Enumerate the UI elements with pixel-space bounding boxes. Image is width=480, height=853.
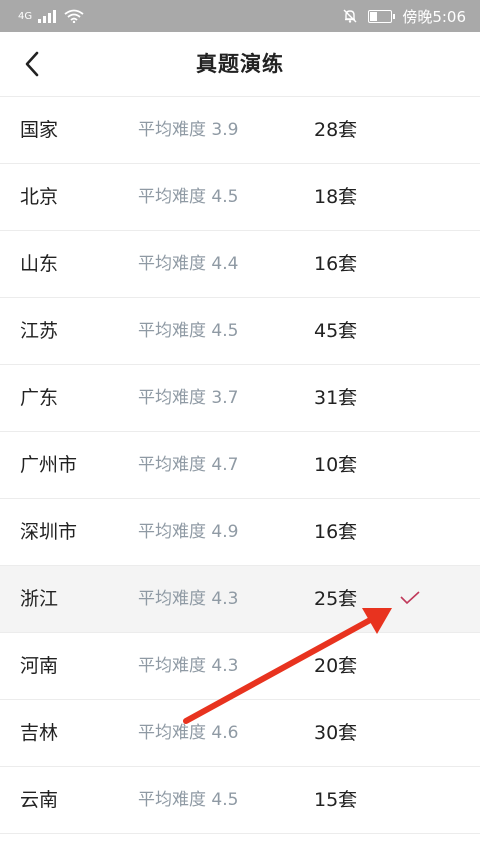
battery-icon bbox=[368, 9, 396, 23]
wifi-icon bbox=[64, 9, 84, 23]
average-difficulty: 平均难度 4.5 bbox=[138, 790, 239, 810]
region-row[interactable]: 河南 平均难度 4.3 20套 bbox=[0, 633, 480, 700]
average-difficulty: 平均难度 4.3 bbox=[138, 589, 239, 609]
average-difficulty: 平均难度 4.9 bbox=[138, 522, 239, 542]
region-row[interactable]: 广东 平均难度 3.7 31套 bbox=[0, 365, 480, 432]
region-name: 深圳市 bbox=[20, 521, 78, 543]
average-difficulty: 平均难度 4.4 bbox=[138, 254, 239, 274]
region-row[interactable]: 广州市 平均难度 4.7 10套 bbox=[0, 432, 480, 499]
region-name: 国家 bbox=[20, 119, 59, 141]
header-bar: 真题演练 bbox=[0, 32, 480, 97]
status-time: 傍晚5:06 bbox=[402, 7, 466, 26]
set-count: 16套 bbox=[314, 253, 358, 275]
region-row[interactable]: 深圳市 平均难度 4.9 16套 bbox=[0, 499, 480, 566]
region-row[interactable]: 山东 平均难度 4.4 16套 bbox=[0, 231, 480, 298]
region-name: 山东 bbox=[20, 253, 59, 275]
region-name: 云南 bbox=[20, 789, 59, 811]
region-name: 河南 bbox=[20, 655, 59, 677]
network-type-label: 4G bbox=[18, 10, 33, 22]
region-name: 吉林 bbox=[20, 722, 59, 744]
set-count: 18套 bbox=[314, 186, 358, 208]
region-row[interactable]: 江苏 平均难度 4.5 45套 bbox=[0, 298, 480, 365]
set-count: 30套 bbox=[314, 722, 358, 744]
region-list: 国家 平均难度 3.9 28套 北京 平均难度 4.5 18套 山东 平均难度 4.4 16套江… bbox=[0, 97, 480, 834]
average-difficulty: 平均难度 4.5 bbox=[138, 187, 239, 207]
region-name: 广州市 bbox=[20, 454, 78, 476]
region-name: 浙江 bbox=[20, 588, 59, 610]
average-difficulty: 平均难度 3.9 bbox=[138, 120, 239, 140]
average-difficulty: 平均难度 4.6 bbox=[138, 723, 239, 743]
region-row[interactable]: 吉林 平均难度 4.6 30套 bbox=[0, 700, 480, 767]
set-count: 25套 bbox=[314, 588, 358, 610]
page-title: 真题演练 bbox=[196, 52, 284, 76]
status-right: 傍晚5:06 bbox=[342, 6, 466, 26]
region-row[interactable]: 北京 平均难度 4.5 18套 bbox=[0, 164, 480, 231]
region-row[interactable]: 国家 平均难度 3.9 28套 bbox=[0, 97, 480, 164]
average-difficulty: 平均难度 3.7 bbox=[138, 388, 239, 408]
set-count: 31套 bbox=[314, 387, 358, 409]
set-count: 20套 bbox=[314, 655, 358, 677]
signal-icon bbox=[38, 10, 57, 23]
region-name: 江苏 bbox=[20, 320, 59, 342]
status-bar: 4G 傍晚5:06 bbox=[0, 0, 480, 32]
set-count: 15套 bbox=[314, 789, 358, 811]
average-difficulty: 平均难度 4.3 bbox=[138, 656, 239, 676]
average-difficulty: 平均难度 4.7 bbox=[138, 455, 239, 475]
region-name: 北京 bbox=[20, 186, 59, 208]
region-row[interactable]: 浙江 平均难度 4.3 25套 bbox=[0, 566, 480, 633]
set-count: 45套 bbox=[314, 320, 358, 342]
set-count: 16套 bbox=[314, 521, 358, 543]
mute-bell-icon bbox=[343, 9, 357, 23]
set-count: 28套 bbox=[314, 119, 358, 141]
region-name: 广东 bbox=[20, 387, 59, 409]
average-difficulty: 平均难度 4.5 bbox=[138, 321, 239, 341]
set-count: 10套 bbox=[314, 454, 358, 476]
status-left: 4G bbox=[18, 6, 84, 26]
region-row[interactable]: 云南 平均难度 4.5 15套 bbox=[0, 767, 480, 834]
checkmark-icon bbox=[400, 591, 420, 605]
